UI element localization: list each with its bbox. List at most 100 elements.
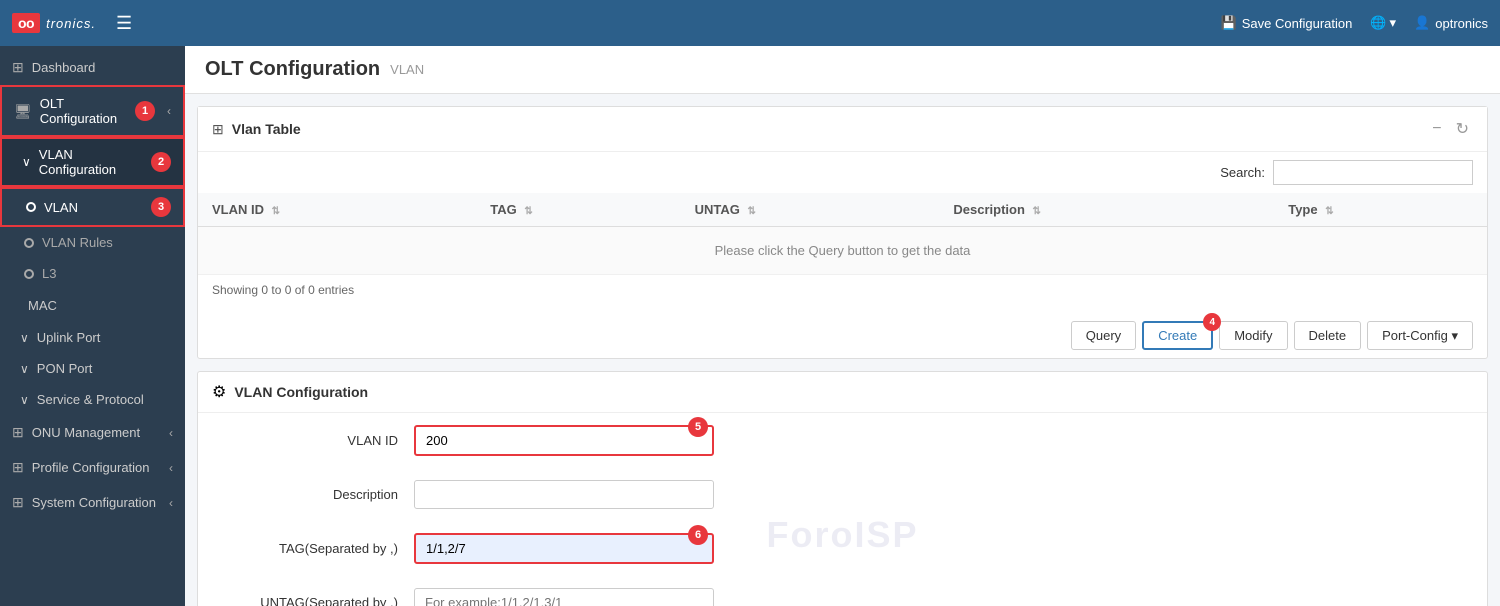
l3-bullet <box>24 269 34 279</box>
sidebar-item-olt-config[interactable]: 🖥 OLT Configuration 1 ‹ <box>0 85 185 137</box>
sidebar-item-service-protocol[interactable]: ∨ Service & Protocol <box>0 384 185 415</box>
vlan-table-panel: ⊞ Vlan Table − ↻ Search: VLAN <box>197 106 1488 359</box>
tag-input[interactable] <box>414 533 714 564</box>
vlan-config-title: VLAN Configuration <box>234 384 368 400</box>
query-button[interactable]: Query <box>1071 321 1136 350</box>
system-icon: ⊞ <box>12 494 24 511</box>
sort-icon-vlan-id[interactable]: ⇅ <box>272 206 280 217</box>
user-menu[interactable]: 👤 optronics <box>1414 15 1488 31</box>
sidebar-item-uplink-port[interactable]: ∨ Uplink Port <box>0 322 185 353</box>
logo-text: oo <box>12 13 40 33</box>
description-label: Description <box>218 487 398 502</box>
vlan-config-icon: ⚙ <box>212 382 226 402</box>
create-button[interactable]: Create 4 <box>1142 321 1213 350</box>
vlan-config-panel-header: ⚙ VLAN Configuration <box>198 372 1487 413</box>
sidebar-item-pon-port[interactable]: ∨ PON Port <box>0 353 185 384</box>
sidebar-label-vlan: VLAN <box>44 200 78 215</box>
olt-config-arrow: ‹ <box>167 104 171 118</box>
profile-icon: ⊞ <box>12 459 24 476</box>
save-config-button[interactable]: 💾 Save Configuration <box>1221 15 1353 31</box>
vlan-config-panel: ⚙ VLAN Configuration ForoISP VLAN ID 5 D… <box>197 371 1488 606</box>
search-input[interactable] <box>1273 160 1473 185</box>
refresh-panel-button[interactable]: ↻ <box>1452 117 1473 141</box>
chevron-down-icon: ∨ <box>22 155 31 169</box>
port-config-button[interactable]: Port-Config ▾ <box>1367 321 1473 350</box>
sidebar-label-vlan-config-group: VLAN Configuration <box>39 147 143 177</box>
step-badge-5: 5 <box>688 417 708 437</box>
col-header-vlan-id: VLAN ID ⇅ <box>198 193 476 227</box>
search-label: Search: <box>1220 165 1265 180</box>
chevron-uplink-icon: ∨ <box>20 331 29 345</box>
sort-icon-tag[interactable]: ⇅ <box>524 206 532 217</box>
lang-arrow: ▾ <box>1390 15 1397 31</box>
main-layout: ⊞ Dashboard 🖥 OLT Configuration 1 ‹ ∨ VL… <box>0 46 1500 606</box>
panel-header-actions: − ↻ <box>1428 117 1473 141</box>
sidebar-label-service-protocol: Service & Protocol <box>37 392 144 407</box>
sidebar-item-system-config[interactable]: ⊞ System Configuration ‹ <box>0 485 185 520</box>
page-subtitle: VLAN <box>390 62 424 77</box>
minimize-panel-button[interactable]: − <box>1428 117 1445 141</box>
table-empty-message: Please click the Query button to get the… <box>198 227 1487 275</box>
sidebar-item-vlan[interactable]: VLAN 3 <box>0 187 185 227</box>
sidebar-item-dashboard[interactable]: ⊞ Dashboard <box>0 50 185 85</box>
untag-input[interactable] <box>414 588 714 606</box>
sort-icon-type[interactable]: ⇅ <box>1325 206 1333 217</box>
vlan-data-table: VLAN ID ⇅ TAG ⇅ UNTAG ⇅ <box>198 193 1487 313</box>
step-badge-6: 6 <box>688 525 708 545</box>
untag-row: UNTAG(Separated by ,) <box>198 576 1487 606</box>
language-selector[interactable]: 🌐 ▾ <box>1370 15 1396 31</box>
save-icon: 💾 <box>1221 15 1237 31</box>
brand-logo: oo tronics. <box>12 13 96 33</box>
action-buttons: Query Create 4 Modify Delete Port-Config… <box>198 313 1487 358</box>
vlan-id-row: VLAN ID 5 <box>198 413 1487 468</box>
sidebar-label-system-config: System Configuration <box>32 495 156 510</box>
sidebar-item-onu-management[interactable]: ⊞ ONU Management ‹ <box>0 415 185 450</box>
onu-arrow: ‹ <box>169 426 173 440</box>
sidebar-item-profile-config[interactable]: ⊞ Profile Configuration ‹ <box>0 450 185 485</box>
username-label: optronics <box>1435 16 1488 31</box>
sidebar-item-vlan-rules[interactable]: VLAN Rules <box>0 227 185 258</box>
step-badge-1: 1 <box>135 101 155 121</box>
sidebar-label-dashboard: Dashboard <box>32 60 96 75</box>
onu-icon: ⊞ <box>12 424 24 441</box>
sidebar-item-vlan-config-group[interactable]: ∨ VLAN Configuration 2 <box>0 137 185 187</box>
description-input[interactable] <box>414 480 714 509</box>
sidebar-label-vlan-rules: VLAN Rules <box>42 235 113 250</box>
sidebar-label-profile-config: Profile Configuration <box>32 460 150 475</box>
sidebar-item-mac[interactable]: MAC <box>0 289 185 322</box>
col-header-type: Type ⇅ <box>1274 193 1487 227</box>
navbar: oo tronics. ☰ 💾 Save Configuration 🌐 ▾ 👤… <box>0 0 1500 46</box>
tag-label: TAG(Separated by ,) <box>218 541 398 556</box>
col-header-untag: UNTAG ⇅ <box>681 193 940 227</box>
monitor-icon: 🖥 <box>14 103 32 120</box>
col-header-description: Description ⇅ <box>939 193 1274 227</box>
sidebar-label-onu-management: ONU Management <box>32 425 140 440</box>
sidebar-label-uplink-port: Uplink Port <box>37 330 101 345</box>
modify-button[interactable]: Modify <box>1219 321 1287 350</box>
navbar-right: 💾 Save Configuration 🌐 ▾ 👤 optronics <box>1221 15 1488 31</box>
sort-icon-untag[interactable]: ⇅ <box>748 206 756 217</box>
globe-icon: 🌐 <box>1370 15 1386 31</box>
sidebar-label-mac: MAC <box>28 298 57 313</box>
main-content: OLT Configuration VLAN ⊞ Vlan Table − ↻ … <box>185 46 1500 606</box>
vlan-table-panel-title: Vlan Table <box>232 121 1421 137</box>
table-icon: ⊞ <box>212 121 224 138</box>
step-badge-3: 3 <box>151 197 171 217</box>
vlan-table-panel-header: ⊞ Vlan Table − ↻ <box>198 107 1487 152</box>
sidebar-item-l3[interactable]: L3 <box>0 258 185 289</box>
vlan-rules-bullet <box>24 238 34 248</box>
step-badge-2: 2 <box>151 152 171 172</box>
chevron-service-icon: ∨ <box>20 393 29 407</box>
description-row: Description <box>198 468 1487 521</box>
vlan-id-input[interactable] <box>414 425 714 456</box>
chevron-pon-icon: ∨ <box>20 362 29 376</box>
save-config-label: Save Configuration <box>1242 16 1353 31</box>
delete-button[interactable]: Delete <box>1294 321 1362 350</box>
sort-icon-description[interactable]: ⇅ <box>1033 206 1041 217</box>
untag-label: UNTAG(Separated by ,) <box>218 595 398 606</box>
showing-entries: Showing 0 to 0 of 0 entries <box>198 275 1487 305</box>
sidebar: ⊞ Dashboard 🖥 OLT Configuration 1 ‹ ∨ VL… <box>0 46 185 606</box>
search-row: Search: <box>198 152 1487 193</box>
sidebar-label-olt-config: OLT Configuration <box>40 96 127 126</box>
hamburger-menu[interactable]: ☰ <box>116 13 132 34</box>
